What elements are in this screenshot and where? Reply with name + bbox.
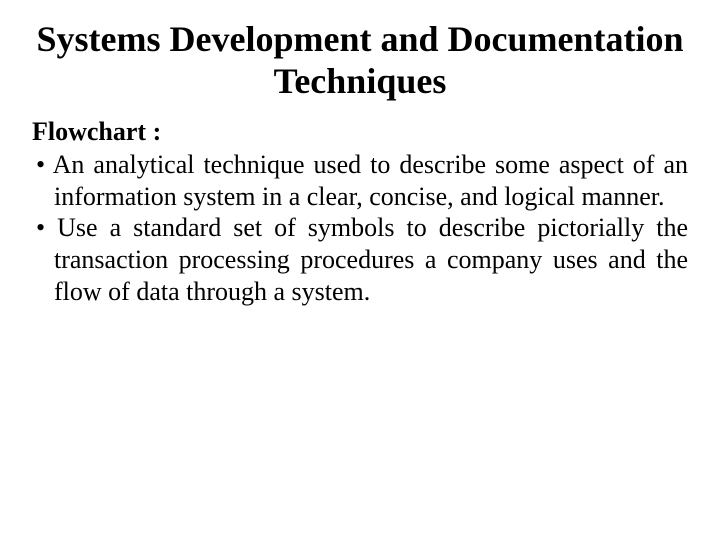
- slide-title: Systems Development and Documentation Te…: [32, 18, 688, 103]
- slide: Systems Development and Documentation Te…: [0, 0, 720, 540]
- list-item: Use a standard set of symbols to describ…: [32, 212, 688, 307]
- section-heading: Flowchart :: [32, 117, 688, 147]
- list-item: An analytical technique used to describe…: [32, 149, 688, 212]
- bullet-list: An analytical technique used to describe…: [32, 149, 688, 308]
